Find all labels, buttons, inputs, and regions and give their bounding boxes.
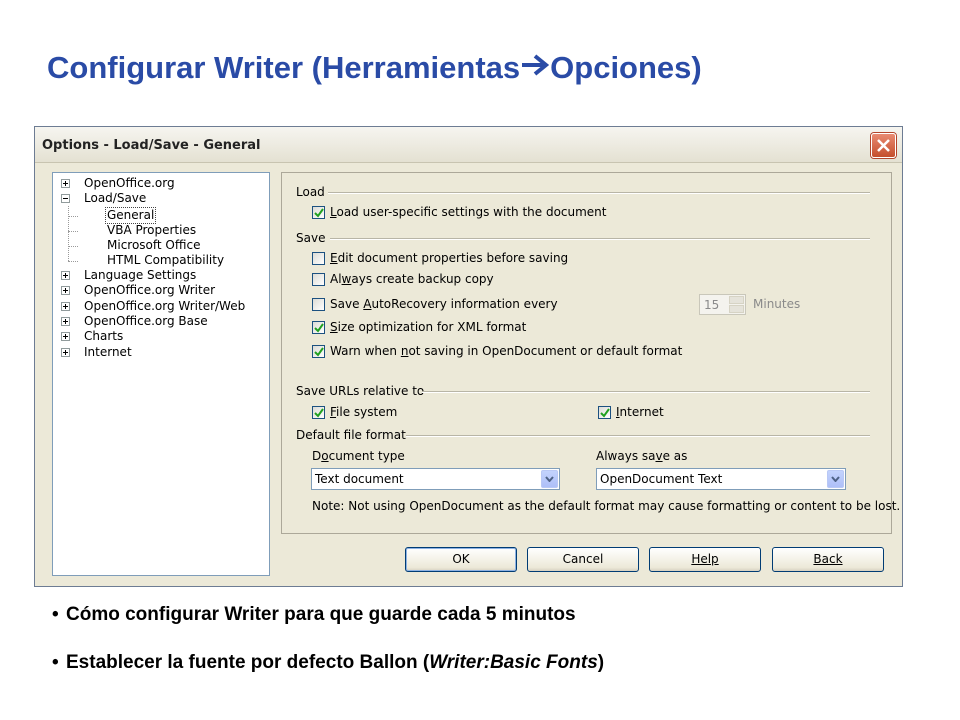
collapse-minus-icon[interactable] [61,194,70,203]
bullet-item: • Cómo configurar Writer para que guarde … [52,604,576,625]
document-type-dropdown-button[interactable] [541,470,558,488]
checkmark-icon [314,323,324,333]
tree-item-load-save[interactable]: Load/Save [84,191,146,206]
spin-up-button[interactable] [729,296,744,304]
autorecovery-label[interactable]: Save AutoRecovery information every [330,297,558,311]
autorecovery-units-label: Minutes [753,297,801,311]
backup-copy-checkbox[interactable] [312,273,325,286]
load-user-settings-checkbox[interactable] [312,206,325,219]
help-button[interactable]: Help [649,547,761,572]
tree-item-writer-web[interactable]: OpenOffice.org Writer/Web [84,299,245,314]
cancel-button[interactable]: Cancel [527,547,639,572]
spin-down-button[interactable] [729,305,744,313]
tree-item-internet[interactable]: Internet [84,345,132,360]
tree-item-base[interactable]: OpenOffice.org Base [84,314,208,329]
section-divider [328,192,870,194]
checkmark-icon [600,408,610,418]
slide-title-text: Configurar Writer (Herramientas [47,50,521,85]
internet-checkbox[interactable] [598,406,611,419]
dialog-title: Options - Load/Save - General [42,138,261,153]
close-icon [877,139,890,152]
section-divider [406,435,870,437]
autorecovery-minutes-spinner[interactable]: 15 [699,294,746,315]
expand-plus-icon[interactable] [61,286,70,295]
backup-copy-label[interactable]: Always create backup copy [330,272,494,286]
tree-connector [68,206,69,261]
save-urls-section-label: Save URLs relative to [296,384,425,398]
tree-item-openoffice[interactable]: OpenOffice.org [84,176,175,191]
chevron-down-icon [831,476,840,482]
tree-connector [68,216,78,217]
tree-item-general[interactable]: General [104,207,157,224]
dialog-titlebar[interactable]: Options - Load/Save - General [35,127,902,163]
tree-connector [68,246,78,247]
slide-title-text-end: Opciones) [550,50,702,85]
expand-plus-icon[interactable] [61,332,70,341]
bullet-italic-text: Writer:Basic Fonts [429,652,598,673]
checkmark-icon [314,208,324,218]
spinner-buttons [729,296,744,313]
document-type-label: Document type [312,449,405,463]
section-divider [422,391,870,393]
tree-item-html-compatibility[interactable]: HTML Compatibility [107,253,224,268]
settings-panel: Load Load user-specific settings with th… [281,172,900,534]
document-type-select[interactable]: Text document [311,468,560,490]
tree-item-microsoft-office[interactable]: Microsoft Office [107,238,200,253]
load-section-label: Load [296,185,325,199]
warn-format-label[interactable]: Warn when not saving in OpenDocument or … [330,344,682,358]
file-system-checkbox[interactable] [312,406,325,419]
expand-plus-icon[interactable] [61,302,70,311]
expand-plus-icon[interactable] [61,317,70,326]
internet-label[interactable]: Internet [616,405,664,419]
tree-item-vba-properties[interactable]: VBA Properties [107,223,196,238]
bullet-text: Establecer la fuente por defecto Ballon … [66,652,430,673]
save-section-label: Save [296,231,326,245]
always-save-as-dropdown-button[interactable] [827,470,844,488]
checkmark-icon [314,347,324,357]
bullet-text: Cómo configurar Writer para que guarde c… [66,604,576,625]
section-divider [330,238,870,240]
options-dialog: Options - Load/Save - General OpenOffice… [34,126,903,587]
expand-plus-icon[interactable] [61,271,70,280]
load-user-settings-label[interactable]: Load user-specific settings with the doc… [330,205,607,219]
options-tree[interactable]: OpenOffice.org Load/Save General VBA Pro… [52,172,270,576]
tree-item-language-settings[interactable]: Language Settings [84,268,196,283]
ok-button[interactable]: OK [405,547,517,572]
expand-plus-icon[interactable] [61,179,70,188]
tree-item-charts[interactable]: Charts [84,329,123,344]
size-optimization-checkbox[interactable] [312,321,325,334]
edit-properties-label[interactable]: Edit document properties before saving [330,251,568,265]
document-type-value: Text document [315,472,404,486]
always-save-as-label: Always save as [596,449,688,463]
checkmark-icon [314,408,324,418]
autorecovery-checkbox[interactable] [312,298,325,311]
chevron-down-icon [545,476,554,482]
tree-connector [68,231,78,232]
expand-plus-icon[interactable] [61,348,70,357]
bullet-text-end: ) [597,652,605,673]
size-optimization-label[interactable]: Size optimization for XML format [330,320,526,334]
edit-properties-checkbox[interactable] [312,252,325,265]
default-format-section-label: Default file format [296,428,406,442]
always-save-as-value: OpenDocument Text [600,472,723,486]
format-note: Note: Not using OpenDocument as the defa… [312,499,901,513]
close-button[interactable] [871,133,896,158]
tree-item-writer[interactable]: OpenOffice.org Writer [84,283,215,298]
autorecovery-minutes-value: 15 [704,298,720,312]
file-system-label[interactable]: File system [330,405,397,419]
slide-title: Configurar Writer (Herramientas Opciones) [47,50,702,86]
tree-connector [68,261,78,262]
right-arrow-icon [522,54,550,76]
bullet-item: • Establecer la fuente por defecto Ballon… [52,652,605,673]
warn-format-checkbox[interactable] [312,345,325,358]
back-button[interactable]: Back [772,547,884,572]
always-save-as-select[interactable]: OpenDocument Text [596,468,846,490]
